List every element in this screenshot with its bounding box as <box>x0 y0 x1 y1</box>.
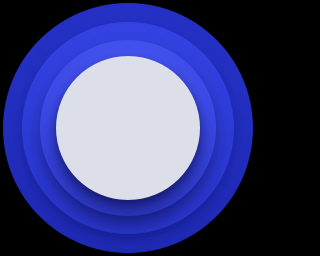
center-disc-icon <box>56 56 200 200</box>
app-icon[interactable] <box>0 0 256 256</box>
